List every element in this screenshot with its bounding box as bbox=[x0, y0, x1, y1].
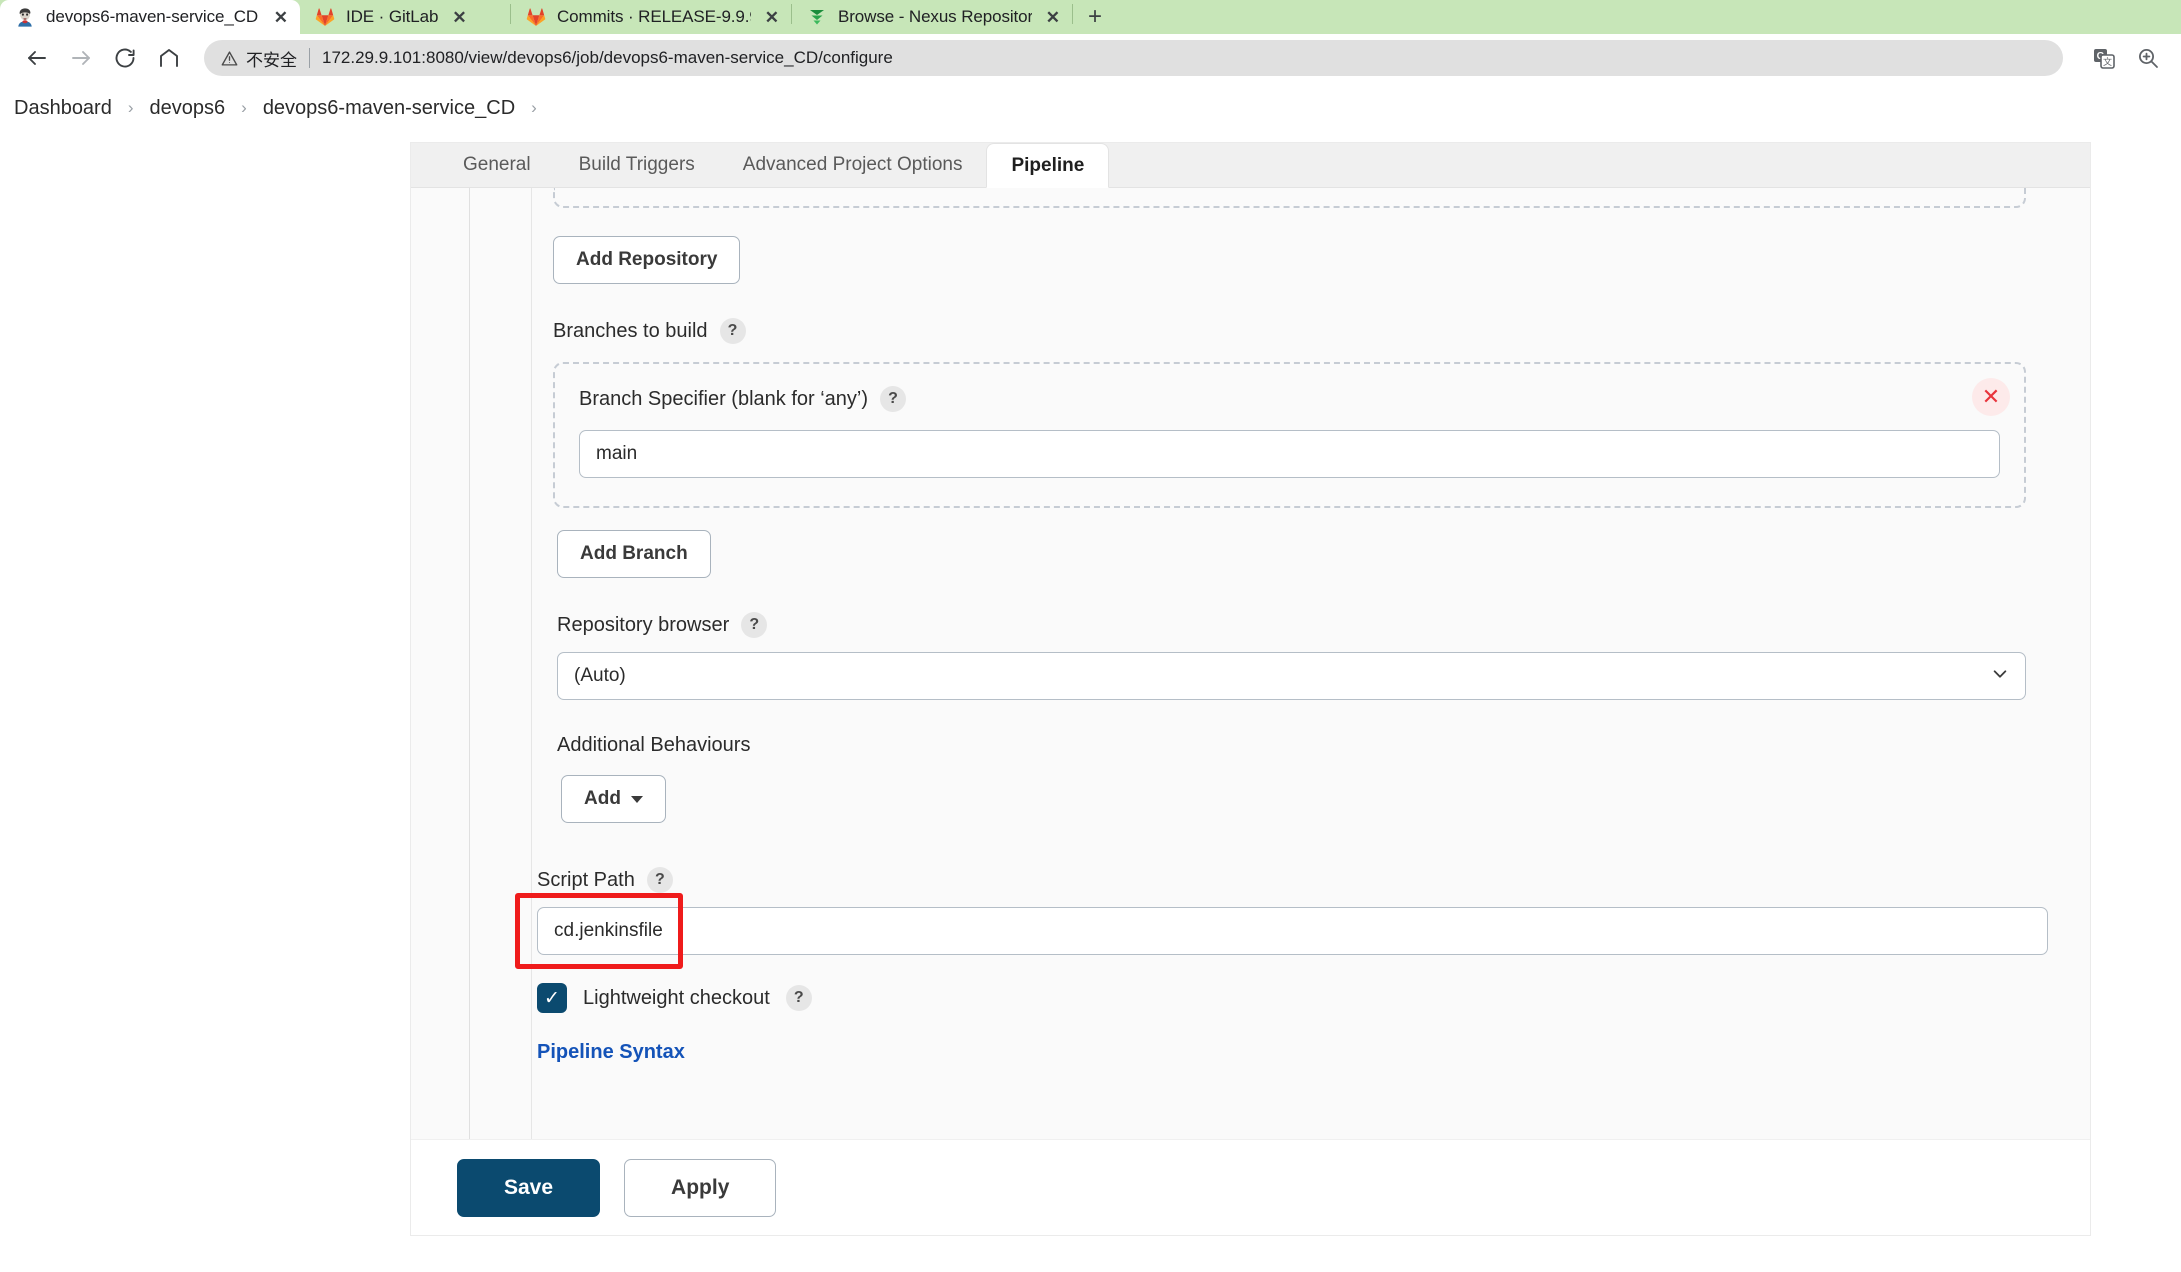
script-path-label-row: Script Path ? bbox=[531, 867, 2048, 893]
browser-tab-title: IDE · GitLab bbox=[346, 7, 439, 26]
search-zoom-icon[interactable] bbox=[2133, 43, 2163, 73]
additional-behaviours-label: Additional Behaviours bbox=[557, 734, 751, 756]
forward-arrow-icon[interactable] bbox=[62, 39, 100, 77]
browser-window: devops6-maven-service_CD Co ✕ IDE · GitL… bbox=[0, 0, 2181, 1272]
not-secure-warning-icon bbox=[220, 49, 238, 67]
tab-close-icon[interactable]: ✕ bbox=[274, 9, 288, 26]
caret-down-icon bbox=[630, 795, 643, 803]
script-path-label: Script Path bbox=[537, 868, 635, 891]
reload-icon[interactable] bbox=[106, 39, 144, 77]
lightweight-checkout-checkbox[interactable]: ✓ bbox=[537, 983, 567, 1013]
branch-specifier-group: ✕ Branch Specifier (blank for ‘any’) ? bbox=[553, 362, 2026, 508]
add-behaviour-dropdown-button[interactable]: Add bbox=[561, 775, 666, 823]
jenkins-icon bbox=[14, 6, 36, 28]
tab-pipeline[interactable]: Pipeline bbox=[986, 143, 1110, 188]
config-tab-bar: General Build Triggers Advanced Project … bbox=[411, 143, 2090, 188]
help-icon[interactable]: ? bbox=[646, 867, 673, 893]
repository-browser-label-row: Repository browser ? bbox=[531, 612, 2048, 638]
branches-to-build-label: Branches to build bbox=[553, 319, 708, 342]
help-icon[interactable]: ? bbox=[785, 985, 812, 1011]
help-icon[interactable]: ? bbox=[741, 612, 768, 638]
branch-specifier-input[interactable] bbox=[579, 430, 2000, 478]
repository-block-fragment bbox=[553, 188, 2026, 208]
breadcrumb-item-job[interactable]: devops6-maven-service_CD bbox=[249, 97, 529, 120]
add-behaviour-label: Add bbox=[584, 788, 621, 809]
repository-browser-select[interactable]: (Auto) bbox=[557, 652, 2026, 700]
browser-tab-title: Browse - Nexus Repository Ma bbox=[838, 7, 1032, 26]
tab-close-icon[interactable]: ✕ bbox=[452, 9, 466, 26]
lightweight-checkout-label: Lightweight checkout bbox=[583, 986, 770, 1009]
gitlab-icon bbox=[314, 6, 336, 28]
chevron-down-icon bbox=[1991, 665, 2009, 687]
delete-branch-button[interactable]: ✕ bbox=[1972, 378, 2010, 416]
help-icon[interactable]: ? bbox=[719, 318, 746, 344]
new-tab-button[interactable]: + bbox=[1073, 0, 1117, 34]
back-arrow-icon[interactable] bbox=[18, 39, 56, 77]
branch-specifier-label: Branch Specifier (blank for ‘any’) bbox=[579, 387, 869, 410]
additional-behaviours-add-row: Add bbox=[531, 775, 2048, 823]
svg-text:文: 文 bbox=[2103, 56, 2112, 67]
chevron-right-icon: › bbox=[531, 98, 537, 117]
pipeline-syntax-link[interactable]: Pipeline Syntax bbox=[537, 1041, 685, 1063]
pipeline-form-inner: Add Repository Branches to build ? ✕ Bra… bbox=[515, 188, 2048, 1235]
lightweight-checkout-row: ✓ Lightweight checkout ? bbox=[531, 983, 2048, 1013]
chevron-right-icon: › bbox=[241, 98, 247, 117]
add-repository-row: Add Repository bbox=[531, 236, 2048, 284]
save-button[interactable]: Save bbox=[457, 1158, 601, 1217]
tab-close-icon[interactable]: ✕ bbox=[765, 9, 779, 26]
browser-tab-strip: devops6-maven-service_CD Co ✕ IDE · GitL… bbox=[0, 0, 2181, 34]
script-path-input[interactable] bbox=[537, 907, 2048, 955]
omnibox-divider bbox=[309, 48, 310, 68]
breadcrumb: Dashboard › devops6 › devops6-maven-serv… bbox=[0, 82, 2181, 134]
add-branch-row: Add Branch bbox=[531, 530, 2048, 578]
apply-button[interactable]: Apply bbox=[624, 1158, 777, 1217]
translate-icon[interactable]: G 文 bbox=[2089, 43, 2119, 73]
url-text: 172.29.9.101:8080/view/devops6/job/devop… bbox=[322, 48, 893, 67]
home-icon[interactable] bbox=[150, 39, 188, 77]
pipeline-form: Add Repository Branches to build ? ✕ Bra… bbox=[411, 188, 2090, 1235]
address-bar[interactable]: 不安全 172.29.9.101:8080/view/devops6/job/d… bbox=[204, 40, 2063, 76]
add-branch-button[interactable]: Add Branch bbox=[557, 530, 711, 578]
browser-toolbar: 不安全 172.29.9.101:8080/view/devops6/job/d… bbox=[0, 34, 2181, 82]
security-status-text: 不安全 bbox=[246, 50, 297, 70]
repository-browser-label: Repository browser bbox=[557, 613, 730, 636]
pipeline-syntax-row: Pipeline Syntax bbox=[531, 1041, 2048, 1064]
chevron-right-icon: › bbox=[127, 98, 134, 117]
gitlab-icon bbox=[525, 6, 547, 28]
browser-tab-gitlab-ide[interactable]: IDE · GitLab ✕ bbox=[300, 0, 510, 34]
browser-tab-jenkins[interactable]: devops6-maven-service_CD Co ✕ bbox=[0, 0, 300, 34]
add-repository-button[interactable]: Add Repository bbox=[553, 236, 741, 284]
branch-specifier-label-row: Branch Specifier (blank for ‘any’) ? bbox=[579, 386, 2000, 412]
tab-build-triggers[interactable]: Build Triggers bbox=[555, 143, 719, 187]
jenkins-body: General Build Triggers Advanced Project … bbox=[0, 134, 2181, 1272]
form-footer: Save Apply bbox=[411, 1139, 2090, 1235]
breadcrumb-item-devops6[interactable]: devops6 bbox=[136, 97, 240, 120]
browser-tab-nexus[interactable]: Browse - Nexus Repository Ma ✕ bbox=[792, 0, 1072, 34]
script-path-input-wrap bbox=[515, 893, 2048, 969]
browser-tab-gitlab-commits[interactable]: Commits · RELEASE-9.9.9 · dev ✕ bbox=[511, 0, 791, 34]
help-icon[interactable]: ? bbox=[880, 386, 907, 412]
tab-close-icon[interactable]: ✕ bbox=[1046, 9, 1060, 26]
repository-browser-value: (Auto) bbox=[574, 665, 626, 686]
tab-advanced-project-options[interactable]: Advanced Project Options bbox=[719, 143, 987, 187]
configure-panel: General Build Triggers Advanced Project … bbox=[410, 142, 2091, 1236]
form-left-rule bbox=[469, 188, 470, 1139]
repository-browser-select-wrap: (Auto) bbox=[531, 652, 2048, 700]
browser-tab-title: Commits · RELEASE-9.9.9 · dev bbox=[557, 7, 751, 26]
toolbar-actions: G 文 bbox=[2079, 43, 2163, 73]
browser-tab-title: devops6-maven-service_CD Co bbox=[46, 7, 260, 26]
nexus-icon bbox=[806, 6, 828, 28]
page-content: Dashboard › devops6 › devops6-maven-serv… bbox=[0, 82, 2181, 1272]
branches-to-build-label-row: Branches to build ? bbox=[531, 318, 2048, 344]
tab-general[interactable]: General bbox=[439, 143, 555, 187]
breadcrumb-item-dashboard[interactable]: Dashboard bbox=[14, 97, 126, 120]
